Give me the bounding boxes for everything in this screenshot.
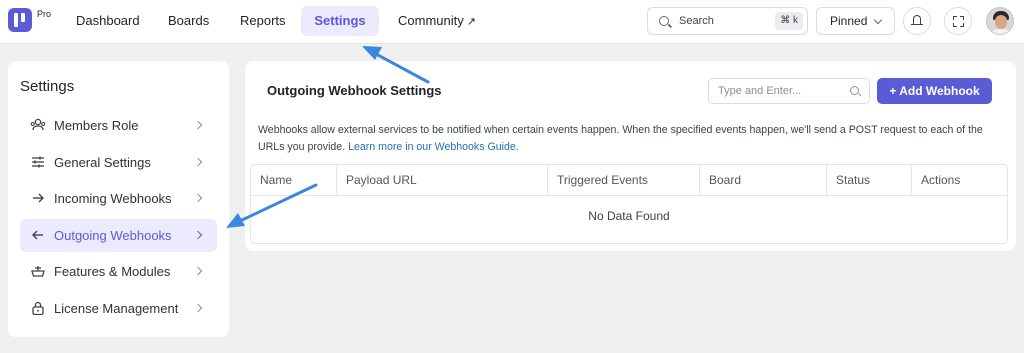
nav-settings[interactable]: Settings [301,6,379,36]
chevron-right-icon [193,120,203,130]
chevron-right-icon [193,230,203,240]
users-icon [30,118,46,132]
column-header-status[interactable]: Status [827,165,912,196]
chevron-right-icon [193,266,203,276]
pinned-dropdown[interactable]: Pinned [816,7,895,35]
notifications-button[interactable] [903,7,931,35]
add-webhook-button[interactable]: + Add Webhook [877,78,992,104]
fullscreen-button[interactable] [944,7,972,35]
column-header-triggered-events[interactable]: Triggered Events [548,165,700,196]
app-logo[interactable] [8,8,32,32]
chevron-down-icon [873,15,883,25]
modules-icon [30,264,46,278]
user-avatar[interactable] [986,7,1014,35]
empty-state-text: No Data Found [588,209,670,223]
nav-reports[interactable]: Reports [226,6,300,36]
nav-dashboard[interactable]: Dashboard [62,6,154,36]
search-shortcut: ⌘ k [775,12,803,30]
search-icon [659,16,669,26]
top-navigation-bar: Pro Dashboard Boards Reports Settings Co… [0,0,1024,44]
search-box[interactable]: Search ⌘ k [647,7,808,35]
sidebar-item-outgoing-webhooks[interactable]: Outgoing Webhooks [20,219,217,252]
sidebar-item-license-management[interactable]: License Management [20,292,217,325]
arrow-left-icon [30,228,46,242]
pro-badge: Pro [37,9,52,19]
sidebar-item-label: General Settings [54,155,151,170]
nav-community[interactable]: Community ↗ [384,6,490,36]
sidebar-item-label: Outgoing Webhooks [54,228,172,243]
sidebar-item-label: Features & Modules [54,264,171,279]
column-header-board[interactable]: Board [700,165,827,196]
sidebar-item-incoming-webhooks[interactable]: Incoming Webhooks [20,182,217,215]
pinned-label: Pinned [830,14,868,28]
lock-icon [30,301,46,316]
webhooks-guide-link[interactable]: Learn more in our Webhooks Guide. [348,141,519,153]
sidebar-item-label: Incoming Webhooks [54,191,172,206]
page-title: Outgoing Webhook Settings [267,83,442,98]
sliders-icon [30,155,46,169]
webhook-filter [708,78,870,104]
column-header-name[interactable]: Name [251,165,337,196]
webhooks-table: Name Payload URL Triggered Events Board … [250,164,1008,244]
chevron-right-icon [193,193,203,203]
nav-boards[interactable]: Boards [154,6,223,36]
nav-community-label: Community [398,13,464,28]
settings-sidebar: Settings Members Role General Settings I… [8,61,229,337]
webhook-search-input[interactable] [709,79,849,103]
table-header: Name Payload URL Triggered Events Board … [251,165,1007,196]
chevron-right-icon [193,157,203,167]
arrow-right-icon [30,191,46,205]
chevron-right-icon [193,303,203,313]
sidebar-item-features-modules[interactable]: Features & Modules [20,255,217,288]
sidebar-item-label: Members Role [54,118,139,133]
search-icon [850,86,859,95]
column-header-payload-url[interactable]: Payload URL [337,165,548,196]
column-header-actions[interactable]: Actions [912,165,1007,196]
sidebar-item-label: License Management [54,301,179,316]
sidebar-item-general-settings[interactable]: General Settings [20,146,217,179]
webhook-settings-panel: Outgoing Webhook Settings + Add Webhook … [245,61,1016,251]
search-label: Search [679,15,714,27]
sidebar-item-members-role[interactable]: Members Role [20,109,217,142]
sidebar-title: Settings [20,78,75,95]
webhooks-description: Webhooks allow external services to be n… [258,122,1008,156]
external-link-icon: ↗ [466,16,476,28]
